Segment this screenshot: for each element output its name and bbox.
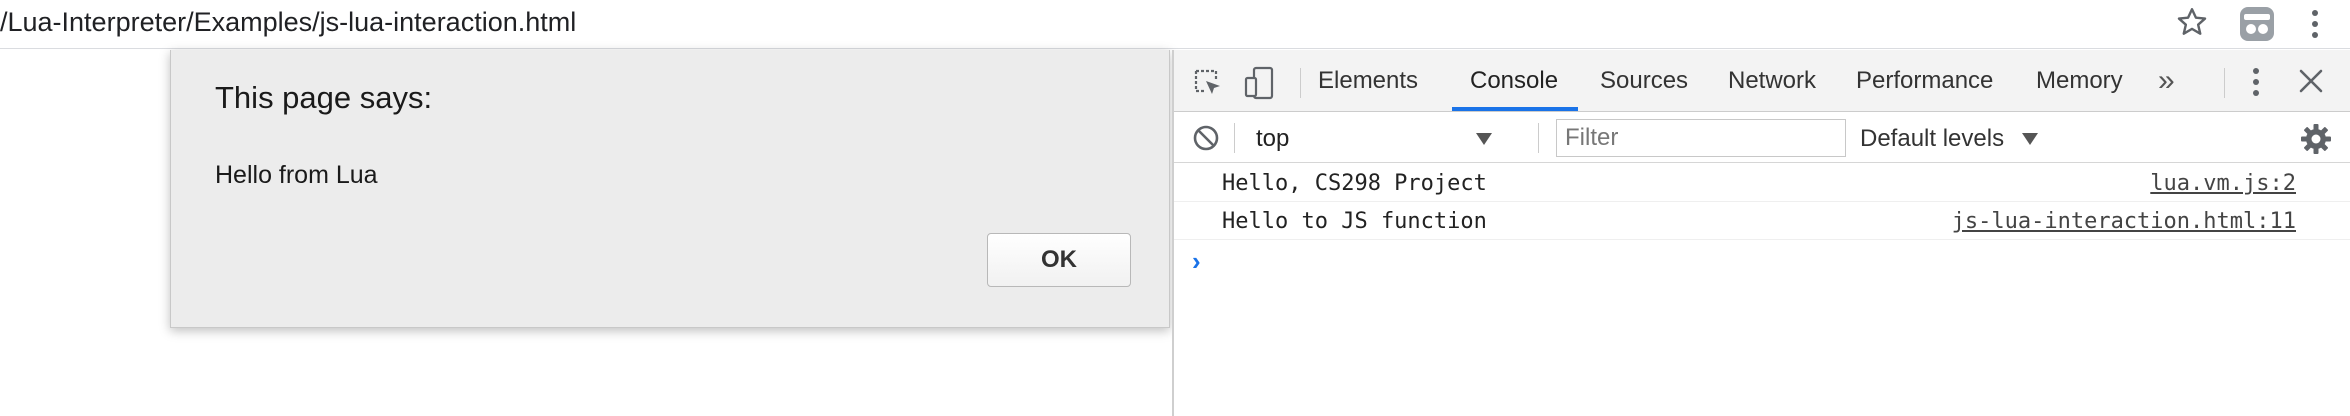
prompt-chevron-icon: ›	[1192, 246, 1201, 276]
inspect-element-icon[interactable]	[1192, 67, 1224, 99]
toolbar-separator	[1234, 123, 1235, 153]
active-tab-indicator	[1452, 107, 1578, 111]
context-label: top	[1256, 125, 1290, 152]
console-message-source-link[interactable]: js-lua-interaction.html:11	[1952, 209, 2296, 234]
star-icon[interactable]	[2174, 4, 2210, 40]
filter-input[interactable]	[1556, 119, 1846, 157]
tab-network[interactable]: Network	[1728, 50, 1816, 112]
tab-elements[interactable]: Elements	[1318, 50, 1418, 112]
devtools-tab-bar: Elements Console Sources Network Perform…	[1174, 50, 2350, 112]
console-prompt[interactable]: ›	[1174, 240, 2350, 280]
tab-memory[interactable]: Memory	[2036, 50, 2123, 112]
gear-icon[interactable]	[2300, 123, 2332, 155]
alert-title: This page says:	[215, 80, 433, 115]
console-message: Hello to JS function js-lua-interaction.…	[1174, 202, 2350, 240]
toolbar-separator	[2224, 68, 2225, 98]
console-toolbar: top Default levels	[1174, 113, 2350, 163]
devtools-panel: Elements Console Sources Network Perform…	[1172, 50, 2350, 416]
close-icon[interactable]	[2298, 68, 2324, 94]
console-message-text: Hello to JS function	[1222, 209, 1487, 234]
alert-message: Hello from Lua	[215, 161, 378, 189]
console-message: Hello, CS298 Project lua.vm.js:2	[1174, 164, 2350, 202]
console-message-source-link[interactable]: lua.vm.js:2	[2150, 171, 2296, 196]
ok-button[interactable]: OK	[987, 233, 1131, 287]
incognito-icon[interactable]	[2238, 5, 2276, 43]
more-tabs-icon[interactable]: »	[2158, 64, 2192, 98]
toolbar-separator	[1300, 68, 1301, 98]
alert-dialog: This page says: Hello from Lua OK	[170, 50, 1170, 328]
menu-icon[interactable]	[2300, 8, 2330, 40]
device-toolbar-icon[interactable]	[1244, 66, 1276, 100]
dropdown-arrow-icon	[2022, 133, 2038, 145]
devtools-menu-icon[interactable]	[2250, 66, 2262, 98]
clear-console-icon[interactable]	[1192, 124, 1220, 152]
context-selector[interactable]: top	[1244, 119, 1494, 157]
toolbar-separator	[1538, 123, 1539, 153]
url-text[interactable]: /Lua-Interpreter/Examples/js-lua-interac…	[0, 7, 576, 38]
tab-sources[interactable]: Sources	[1600, 50, 1688, 112]
tab-console[interactable]: Console	[1470, 50, 1558, 112]
log-levels-label: Default levels	[1860, 125, 2005, 152]
console-message-text: Hello, CS298 Project	[1222, 171, 1487, 196]
address-bar[interactable]: /Lua-Interpreter/Examples/js-lua-interac…	[0, 0, 2350, 49]
log-levels-selector[interactable]: Default levels	[1860, 119, 2050, 157]
console-log: Hello, CS298 Project lua.vm.js:2 Hello t…	[1174, 164, 2350, 416]
dropdown-arrow-icon	[1476, 133, 1492, 145]
tab-performance[interactable]: Performance	[1856, 50, 1993, 112]
